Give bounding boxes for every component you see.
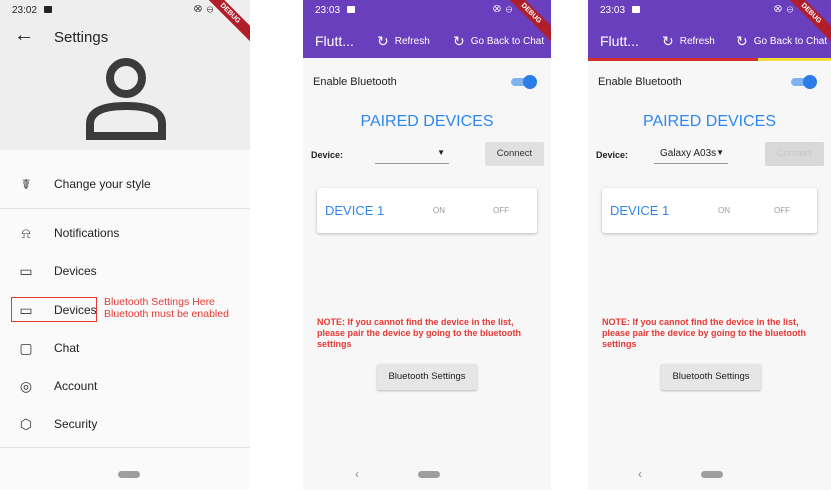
nav-home-pill[interactable] [701, 471, 723, 478]
paired-devices-title: PAIRED DEVICES [360, 113, 494, 130]
go-back-chat-button[interactable]: ↻ Go Back to Chat [736, 33, 827, 50]
bell-icon: ⍾ [21, 224, 31, 241]
status-time: 23:02 [12, 5, 38, 16]
status-icons: ⭙ ⊖ [493, 4, 514, 15]
divider [0, 447, 250, 448]
refresh-icon: ↻ [736, 33, 748, 49]
menu-item-chat[interactable]: ▢ Chat [0, 331, 250, 365]
nav-back-icon[interactable]: ‹ [638, 467, 642, 481]
shield-icon: ⬡ [19, 415, 33, 432]
nav-home-pill[interactable] [118, 471, 140, 478]
menu-item-change-style[interactable]: ☤ Change your style [0, 167, 250, 201]
device-label: Device: [311, 150, 344, 160]
nav-back-icon[interactable]: ‹ [66, 484, 73, 490]
system-nav-bar: ‹ [303, 460, 551, 490]
person-icon [86, 58, 166, 140]
note-text: NOTE: If you cannot find the device in t… [602, 317, 807, 349]
app-bar: 23:03 ⭙ ⊖ DEBUG Flutt... ↻ Refresh ↻ Go … [588, 0, 831, 58]
bluetooth-screen-empty: 23:03 ⭙ ⊖ DEBUG Flutt... ↻ Refresh ↻ Go … [303, 0, 551, 490]
divider [0, 208, 250, 209]
account-circle-icon: ◎ [19, 377, 33, 394]
status-icons: ⭙ ⊖ [194, 4, 215, 15]
settings-screen: 23:02 ⭙ ⊖ DEBUG ← Settings ☤ Change your… [0, 0, 250, 490]
system-nav-bar: ‹ [588, 460, 831, 490]
paired-devices-title: PAIRED DEVICES [642, 113, 777, 130]
refresh-label: Refresh [394, 36, 430, 47]
notification-icon [44, 6, 52, 13]
nav-home-pill[interactable] [418, 471, 440, 478]
menu-label: Security [54, 417, 98, 431]
refresh-button[interactable]: ↻ Refresh [377, 33, 430, 50]
menu-label: Chat [54, 341, 80, 355]
enable-bluetooth-label: Enable Bluetooth [313, 76, 397, 88]
bluetooth-toggle[interactable] [511, 75, 537, 89]
refresh-button[interactable]: ↻ Refresh [662, 33, 715, 50]
go-back-chat-button[interactable]: ↻ Go Back to Chat [453, 33, 544, 50]
dropdown-arrow-icon: ▼ [437, 148, 445, 157]
enable-bluetooth-label: Enable Bluetooth [598, 76, 682, 88]
refresh-label: Refresh [679, 36, 715, 47]
refresh-icon: ↻ [662, 33, 674, 49]
connect-button[interactable]: Connect [485, 142, 544, 166]
menu-label: Devices [54, 264, 97, 278]
menu-label: Notifications [54, 226, 120, 240]
settings-header: 23:02 ⭙ ⊖ DEBUG ← Settings [0, 0, 250, 150]
note-text: NOTE: If you cannot find the device in t… [317, 317, 522, 349]
app-title: Flutt... [315, 33, 354, 49]
dropdown-arrow-icon: ▼ [716, 148, 724, 157]
device-dropdown[interactable]: ▼ [375, 140, 449, 164]
annotation-text: Bluetooth Settings Here Bluetooth must b… [104, 296, 229, 320]
on-button[interactable]: ON [718, 206, 730, 215]
on-button[interactable]: ON [433, 206, 445, 215]
annotation-line-1: Bluetooth Settings Here [104, 296, 215, 308]
highlight-box [11, 297, 97, 322]
chat-label: Go Back to Chat [470, 36, 545, 47]
nav-back-icon[interactable]: ‹ [355, 467, 359, 481]
loading-stripe [588, 58, 831, 61]
system-nav-bar: ‹ [0, 460, 250, 490]
device-card: DEVICE 1 ON OFF [602, 188, 817, 233]
status-icons: ⭙ ⊖ [774, 4, 795, 15]
device-dropdown[interactable]: Galaxy A03s ▼ [654, 140, 728, 164]
status-time: 23:03 [600, 5, 626, 16]
devices-icon: ▭ [19, 262, 33, 279]
bluetooth-screen-selected: 23:03 ⭙ ⊖ DEBUG Flutt... ↻ Refresh ↻ Go … [588, 0, 831, 490]
notification-icon [347, 6, 355, 13]
off-button[interactable]: OFF [774, 206, 790, 215]
page-title: Settings [54, 29, 109, 46]
annotation-line-2: Bluetooth must be enabled [104, 308, 229, 320]
app-title: Flutt... [600, 33, 639, 49]
notification-icon [632, 6, 640, 13]
device-name: DEVICE 1 [610, 203, 670, 218]
chat-label: Go Back to Chat [753, 36, 828, 47]
back-arrow-icon[interactable]: ← [14, 24, 34, 47]
app-bar: 23:03 ⭙ ⊖ DEBUG Flutt... ↻ Refresh ↻ Go … [303, 0, 551, 58]
menu-label: Change your style [54, 177, 151, 191]
device-name: DEVICE 1 [325, 203, 385, 218]
device-card: DEVICE 1 ON OFF [317, 188, 537, 233]
menu-item-security[interactable]: ⬡ Security [0, 407, 250, 441]
device-label: Device: [596, 150, 629, 160]
connect-button[interactable]: Connect [765, 142, 824, 166]
bluetooth-toggle[interactable] [791, 75, 817, 89]
menu-label: Account [54, 379, 98, 393]
bluetooth-settings-button[interactable]: Bluetooth Settings [377, 364, 477, 390]
chat-bubble-icon: ▢ [19, 339, 33, 356]
refresh-icon: ↻ [453, 33, 465, 49]
menu-item-notifications[interactable]: ⍾ Notifications [0, 216, 250, 250]
paint-roller-icon: ☤ [21, 175, 31, 192]
bluetooth-settings-button[interactable]: Bluetooth Settings [661, 364, 761, 390]
off-button[interactable]: OFF [493, 206, 509, 215]
menu-item-devices[interactable]: ▭ Devices [0, 254, 250, 288]
dropdown-value: Galaxy A03s [660, 148, 717, 159]
status-time: 23:03 [315, 5, 341, 16]
menu-item-account[interactable]: ◎ Account [0, 369, 250, 403]
refresh-icon: ↻ [377, 33, 389, 49]
